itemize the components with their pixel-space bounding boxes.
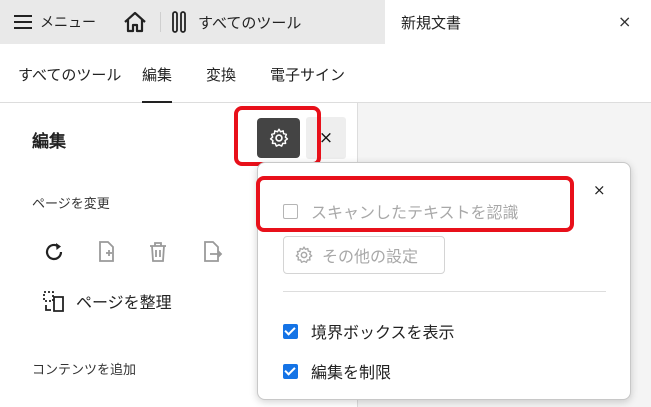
popover-close-icon[interactable]: × <box>593 181 606 199</box>
menu-label: メニュー <box>40 15 96 31</box>
tab-all-tools[interactable]: すべてのツール <box>172 0 301 44</box>
organize-pages-icon <box>43 291 64 312</box>
gear-icon <box>295 246 313 263</box>
restrict-edit-checkbox[interactable] <box>283 363 298 379</box>
tab-divider <box>160 12 161 32</box>
edit-toolbar: すべてのツール 編集 変換 電子サイン <box>0 44 651 103</box>
menu-button[interactable]: メニュー <box>14 0 96 44</box>
extract-page-icon[interactable] <box>200 240 224 264</box>
toolbar-e-sign[interactable]: 電子サイン <box>270 64 345 85</box>
hamburger-icon <box>14 15 32 29</box>
highlight-recognize-option <box>256 176 574 232</box>
restrict-edit-label: 編集を制限 <box>311 363 392 382</box>
tools-icon <box>172 11 186 33</box>
show-bbox-checkbox[interactable] <box>283 323 298 339</box>
more-settings-button[interactable]: その他の設定 <box>283 236 445 274</box>
section-add-content: コンテンツを追加 <box>32 363 137 378</box>
organize-pages-label: ページを整理 <box>76 293 172 312</box>
close-tab-icon[interactable]: × <box>618 12 631 31</box>
tab-bar: メニュー すべてのツール 新規文書 × <box>0 0 651 44</box>
rotate-icon[interactable] <box>42 240 66 264</box>
more-settings-label: その他の設定 <box>322 247 419 266</box>
organize-pages-button[interactable]: ページを整理 <box>42 289 172 313</box>
doc-tab-label: 新規文書 <box>401 14 462 32</box>
popover-divider <box>283 291 606 292</box>
show-bbox-option[interactable]: 境界ボックスを表示 <box>283 319 455 343</box>
delete-icon[interactable] <box>146 240 170 264</box>
highlight-settings-button <box>234 106 321 166</box>
restrict-edit-option[interactable]: 編集を制限 <box>283 359 391 383</box>
panel-title: 編集 <box>32 132 66 152</box>
home-button[interactable] <box>120 0 150 44</box>
toolbar-all-tools[interactable]: すべてのツール <box>18 64 121 85</box>
section-modify-pages: ページを変更 <box>32 197 110 212</box>
home-icon <box>124 11 146 33</box>
tools-tab-label: すべてのツール <box>198 13 302 32</box>
insert-page-icon[interactable] <box>95 240 119 264</box>
show-bbox-label: 境界ボックスを表示 <box>311 323 455 342</box>
toolbar-edit[interactable]: 編集 <box>142 64 173 103</box>
toolbar-convert[interactable]: 変換 <box>206 64 236 85</box>
tab-document[interactable]: 新規文書 × <box>385 0 651 44</box>
